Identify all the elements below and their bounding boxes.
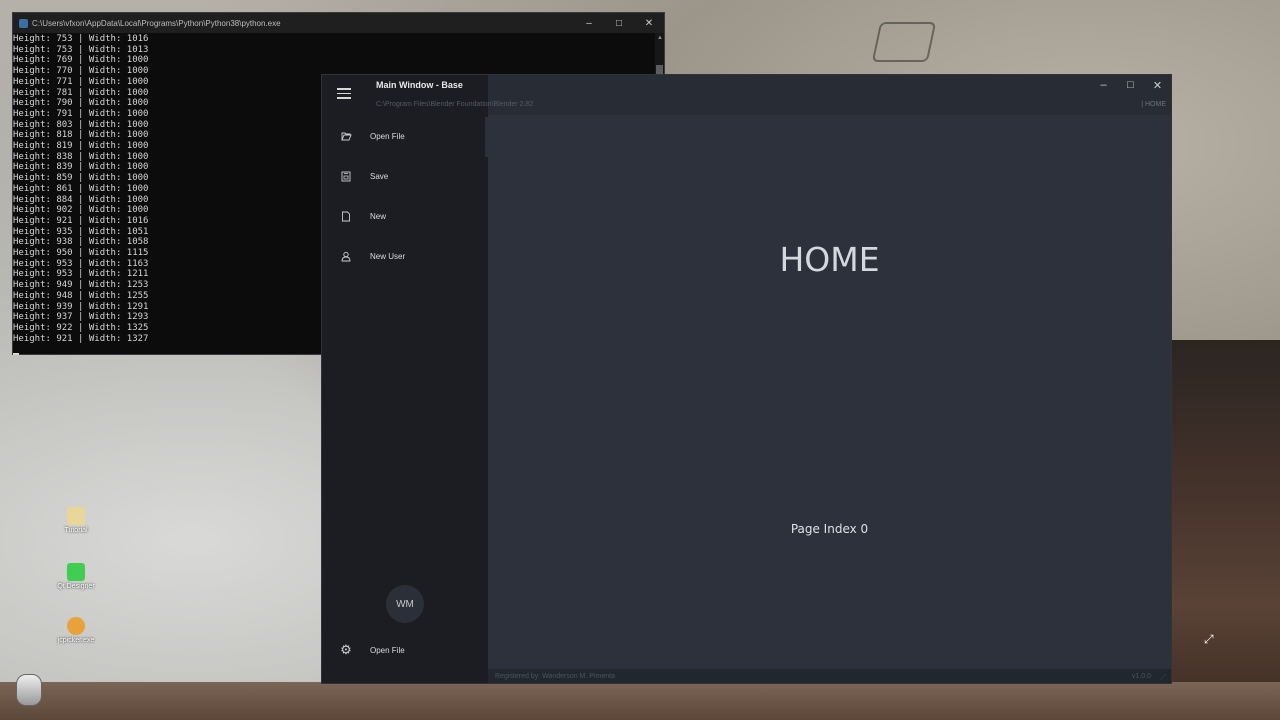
console-line: Height: 753 | Width: 1013 [13, 44, 149, 55]
page-title: HOME [779, 240, 880, 279]
page-index-label: Page Index 0 [790, 522, 869, 536]
desktop-icon-label: jcpicker.exe [57, 637, 95, 644]
console-title: C:\Users\vfxon\AppData\Local\Programs\Py… [32, 18, 281, 28]
desk-background-wood [1170, 340, 1280, 720]
maximize-icon[interactable]: □ [1117, 75, 1144, 95]
desktop-icon-qt-designer[interactable]: Qt Designer [46, 563, 106, 590]
sidebar-item-settings[interactable]: ⚙ Open File [322, 630, 488, 670]
current-page-label: | HOME [1141, 101, 1166, 108]
desk-background-floor [0, 682, 1280, 720]
close-icon[interactable]: ✕ [634, 18, 664, 29]
user-add-icon [340, 250, 352, 262]
desktop-icon-jcpicker[interactable]: jcpicker.exe [46, 617, 106, 644]
content-area: HOME Page Index 0 [488, 115, 1171, 669]
desktop-icon-label: Tutorial [64, 527, 88, 534]
sidebar: Open File Save New New User WM ⚙ Open Fi… [322, 75, 488, 683]
console-line: Height: 769 | Width: 1000 [13, 55, 149, 66]
sidebar-item-label: Open File [370, 131, 405, 141]
chameleon-icon [67, 617, 85, 635]
sidebar-item-save[interactable]: Save [322, 156, 488, 196]
mouse-icon [16, 674, 42, 706]
folder-open-icon [340, 130, 352, 142]
python-icon [19, 18, 28, 28]
sidebar-item-open-file[interactable]: Open File [322, 116, 488, 156]
scroll-up-icon[interactable]: ▲ [657, 35, 663, 41]
maximize-icon[interactable]: □ [604, 18, 634, 29]
text-cursor [13, 353, 19, 356]
sidebar-item-label: Save [370, 171, 389, 181]
status-bar: Registered by: Wanderson M. Pimenta v1.0… [488, 669, 1171, 683]
menu-toggle-icon[interactable] [337, 88, 351, 100]
avatar[interactable]: WM [386, 585, 424, 623]
resize-grip-icon[interactable]: ⋰ [1160, 673, 1167, 681]
sidebar-item-label: New [370, 211, 387, 221]
sidebar-item-label: New User [370, 251, 406, 261]
desktop-icon-tutorial[interactable]: Tutorial [46, 507, 106, 534]
close-icon[interactable]: ✕ [1144, 75, 1171, 95]
registered-label: Registered by: Wanderson M. Pimenta [495, 672, 615, 680]
qt-designer-icon [67, 563, 85, 581]
window-titlebar[interactable]: Main Window - Base C:\Program Files\Blen… [376, 75, 1171, 115]
sidebar-item-new-user[interactable]: New User [322, 236, 488, 276]
resize-cursor-icon: ⤢ [1204, 632, 1214, 646]
sidebar-item-label: Open File [370, 645, 405, 655]
file-icon [340, 210, 352, 222]
minimize-icon[interactable]: – [1090, 75, 1117, 95]
window-title: Main Window - Base [376, 80, 463, 90]
sidebar-item-new[interactable]: New [322, 196, 488, 236]
decorative-hexagon [871, 22, 937, 62]
desktop-icon-label: Qt Designer [57, 583, 95, 590]
window-path: C:\Program Files\Blender Foundation\Blen… [376, 101, 534, 108]
save-icon [340, 170, 352, 182]
minimize-icon[interactable]: – [574, 18, 604, 29]
console-titlebar[interactable]: C:\Users\vfxon\AppData\Local\Programs\Py… [13, 13, 664, 33]
settings-icon: ⚙ [340, 642, 352, 657]
console-line: Height: 753 | Width: 1016 [13, 34, 149, 44]
main-window: Open File Save New New User WM ⚙ Open Fi… [321, 74, 1172, 684]
file-icon [67, 507, 85, 525]
